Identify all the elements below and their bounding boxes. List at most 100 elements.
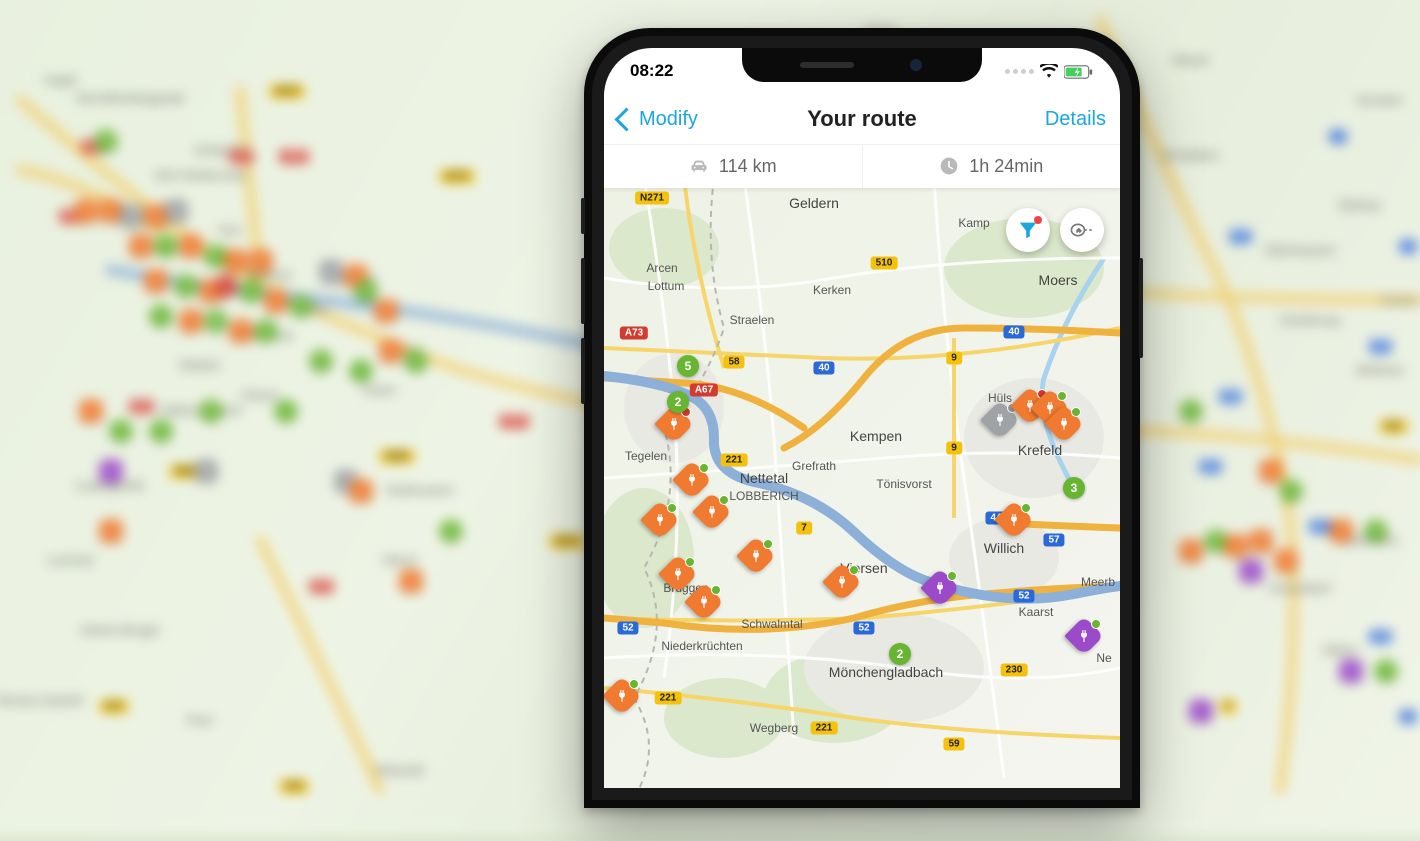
bg-charger-marker	[1330, 520, 1352, 542]
map-canvas[interactable]: GeldernKampArcenLottumKerkenMoersStraele…	[604, 188, 1120, 788]
phone-screen: 08:22 Modify Your route Details	[604, 48, 1120, 788]
bg-charger-marker: 2	[1180, 400, 1202, 422]
bg-charger-marker: 3	[405, 350, 427, 372]
filter-button[interactable]	[1006, 208, 1050, 252]
charger-pin[interactable]	[646, 506, 674, 540]
cluster-marker[interactable]: 3	[1063, 477, 1085, 499]
details-button[interactable]: Details	[1045, 108, 1106, 131]
bg-charger-marker: A	[215, 275, 237, 297]
cellular-icon	[1005, 69, 1034, 74]
bg-city-label: Duisbourg	[1280, 313, 1339, 328]
phone-notch	[742, 48, 982, 82]
route-plan-button[interactable]	[1060, 208, 1104, 252]
bg-road-shield: A67	[500, 415, 528, 428]
bg-city-label: Son	[218, 223, 241, 238]
bg-charger-marker	[145, 205, 167, 227]
bg-road-shield: A2	[130, 400, 153, 413]
bg-charger-marker: 2	[1375, 660, 1397, 682]
bg-city-label: Lommel	[47, 553, 93, 568]
charger-pin[interactable]	[1000, 506, 1028, 540]
bg-charger-marker	[350, 480, 372, 502]
bg-charger-marker	[1340, 660, 1362, 682]
bg-charger-marker: 6	[290, 295, 312, 317]
bg-road-shield: 52	[1200, 460, 1221, 473]
bg-road-shield: 3	[1400, 710, 1416, 723]
bg-road-shield: 3	[1330, 130, 1346, 143]
status-time: 08:22	[630, 61, 673, 81]
bg-road-shield: 59	[1220, 390, 1241, 403]
bg-road-shield: 40	[1370, 340, 1391, 353]
bg-charger-marker: 2	[255, 320, 277, 342]
bg-charger-marker	[75, 200, 97, 222]
bg-charger-marker	[1275, 550, 1297, 572]
phone-frame: 08:22 Modify Your route Details	[584, 28, 1140, 808]
bg-charger-marker: 5	[200, 400, 222, 422]
bg-charger-marker: 3	[1365, 520, 1387, 542]
bg-road-shield: 42	[1230, 230, 1251, 243]
bg-charger-marker: 2	[150, 420, 172, 442]
charger-pin[interactable]	[828, 568, 856, 602]
bg-charger-marker: 11	[205, 310, 227, 332]
bg-city-label: Düsseldorf	[1269, 581, 1331, 596]
bg-charger-marker	[80, 400, 102, 422]
bg-charger-marker: 3	[155, 235, 177, 257]
charger-pin[interactable]	[1050, 410, 1078, 444]
cluster-marker[interactable]: 2	[667, 391, 689, 413]
bg-city-label: Dorsten	[1357, 93, 1403, 108]
charger-pin[interactable]	[986, 406, 1014, 440]
charger-pin[interactable]	[690, 588, 718, 622]
bg-charger-marker	[100, 520, 122, 542]
route-summary: 114 km 1h 24min	[604, 144, 1120, 188]
charger-pin[interactable]	[664, 560, 692, 594]
bg-city-label: Peer	[186, 713, 213, 728]
bg-charger-marker	[120, 205, 142, 227]
charger-pin[interactable]	[926, 574, 954, 608]
bg-city-label: Bourg-Léopold	[0, 693, 83, 708]
bg-road-shield: 8	[1220, 700, 1236, 713]
bg-charger-marker	[375, 300, 397, 322]
back-button[interactable]: Modify	[618, 108, 698, 131]
charger-pin[interactable]	[698, 498, 726, 532]
cluster-marker[interactable]: 2	[889, 643, 911, 665]
bg-charger-marker	[1240, 560, 1262, 582]
bg-charger-marker: 2	[110, 420, 132, 442]
bg-road-shield: A2	[230, 150, 253, 163]
bg-charger-marker	[1180, 540, 1202, 562]
bg-charger-marker	[225, 250, 247, 272]
bg-charger-marker	[265, 290, 287, 312]
bg-city-label: Sint-Oedenrode	[154, 168, 246, 183]
bg-charger-marker: 3	[310, 350, 332, 372]
bg-charger-marker	[145, 270, 167, 292]
chevron-left-icon	[614, 107, 638, 131]
bg-city-label: Asten	[363, 383, 396, 398]
charger-pin[interactable]	[678, 466, 706, 500]
bg-charger-marker: 3	[440, 520, 462, 542]
bg-city-label: Heeze	[241, 388, 279, 403]
bg-charger-marker: 5	[175, 275, 197, 297]
bg-city-label: Essen	[1382, 293, 1418, 308]
car-icon	[689, 156, 709, 176]
charger-pin[interactable]	[660, 410, 688, 444]
bg-city-label: Dinslaken	[1161, 148, 1218, 163]
charger-pin[interactable]	[742, 542, 770, 576]
bg-charger-marker	[1250, 530, 1272, 552]
bg-road-shield: N275	[550, 535, 584, 548]
charger-pin[interactable]	[608, 682, 636, 716]
bg-charger-marker	[100, 460, 122, 482]
bg-charger-marker	[1260, 460, 1282, 482]
bg-charger-marker	[165, 200, 187, 222]
wifi-icon	[1040, 64, 1058, 78]
bg-charger-marker	[180, 235, 202, 257]
bg-charger-marker: 2	[1280, 480, 1302, 502]
bg-charger-marker: 4	[355, 280, 377, 302]
summary-duration: 1h 24min	[862, 144, 1121, 188]
bg-charger-marker	[250, 250, 272, 272]
bg-charger-marker: 3	[150, 305, 172, 327]
bg-road-shield: N74	[100, 700, 128, 713]
cluster-marker[interactable]: 5	[677, 355, 699, 377]
back-label: Modify	[639, 108, 698, 131]
filter-active-dot	[1034, 216, 1042, 224]
nav-bar: Modify Your route Details	[604, 94, 1120, 145]
bg-city-label: Bottrop	[1339, 198, 1381, 213]
charger-pin[interactable]	[1070, 622, 1098, 656]
